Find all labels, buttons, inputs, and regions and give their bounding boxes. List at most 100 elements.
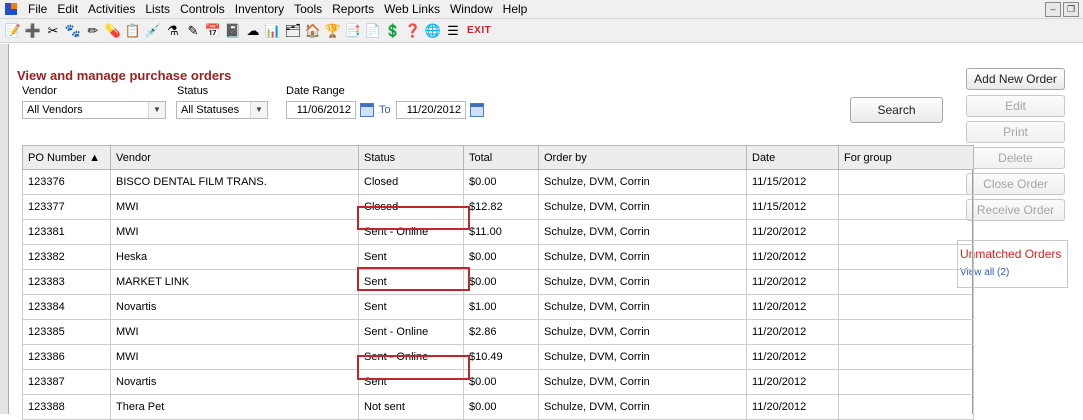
menu-file[interactable]: File [23,2,52,16]
close-order-button[interactable]: Close Order [966,173,1065,195]
table-cell: $12.82 [463,194,539,220]
table-cell: Schulze, DVM, Corrin [538,294,747,320]
vendor-select[interactable]: All Vendors ▼ [22,101,166,119]
toolbar-icon-12[interactable]: 📓 [224,22,242,40]
table-cell: Sent - Online [358,319,464,345]
chevron-down-icon[interactable]: ▼ [148,102,165,118]
column-header[interactable]: Total [463,145,539,170]
date-from-input[interactable]: 11/06/2012 [286,101,356,119]
menu-window[interactable]: Window [445,2,498,16]
table-cell: 123386 [22,344,111,370]
menu-help[interactable]: Help [498,2,533,16]
vendor-select-value: All Vendors [27,104,83,116]
menu-inventory[interactable]: Inventory [230,2,289,16]
table-cell: 123381 [22,219,111,245]
menu-web-links[interactable]: Web Links [379,2,445,16]
toolbar-icon-18[interactable]: 📑 [344,22,362,40]
toolbar-icon-14[interactable]: 📊 [264,22,282,40]
toolbar-icon-9[interactable]: ⚗ [164,22,182,40]
highlight-box [357,267,470,291]
menu-tools[interactable]: Tools [289,2,327,16]
toolbar-icon-5[interactable]: ✏ [84,22,102,40]
table-cell: 11/20/2012 [746,294,839,320]
toolbar-icon-8[interactable]: 💉 [144,22,162,40]
calendar-icon[interactable] [360,103,374,117]
app-logo-icon [5,3,17,15]
toolbar-icon-11[interactable]: 📅 [204,22,222,40]
table-row[interactable]: 123376 BISCO DENTAL FILM TRANS. Closed $0.0… [22,169,974,195]
toolbar-icon-16[interactable]: 🏠 [304,22,322,40]
status-label: Status [177,85,209,97]
toolbar-icon-21[interactable]: ❓ [404,22,422,40]
calendar-icon[interactable] [470,103,484,117]
toolbar-icon-22[interactable]: 🌐 [424,22,442,40]
toolbar: 📝 ➕ ✂ 🐾 ✏ 💊 📋 💉 ⚗ ✎ 📅 📓 ☁ 📊 🗂 🏠 🏆 📑 📄 💲 ❓ 🌐 ☰ EXIT [0,19,1083,43]
search-button[interactable]: Search [850,97,943,123]
restore-icon[interactable]: ❐ [1063,2,1079,17]
table-cell: 11/15/2012 [746,194,839,220]
status-select[interactable]: All Statuses ▼ [176,101,268,119]
column-header[interactable]: PO Number ▲ [22,145,111,170]
toolbar-icon-19[interactable]: 📄 [364,22,382,40]
table-row[interactable]: 123381 MWI Sent - Online $11.00 Schulze, DVM… [22,219,974,245]
table-cell: 123387 [22,369,111,395]
add-new-order-button[interactable]: Add New Order [966,68,1065,90]
menu-lists[interactable]: Lists [140,2,175,16]
table-cell: Schulze, DVM, Corrin [538,169,747,195]
table-row[interactable]: 123385 MWI Sent - Online $2.86 Schulze, DVM,… [22,319,974,345]
menu-edit[interactable]: Edit [52,2,83,16]
toolbar-icon-20[interactable]: 💲 [384,22,402,40]
table-row[interactable]: 123387 Novartis Sent $0.00 Schulze, DVM, Cor… [22,369,974,395]
table-cell: MWI [110,194,359,220]
menu-controls[interactable]: Controls [175,2,230,16]
column-header[interactable]: Vendor [110,145,359,170]
minimize-icon[interactable]: – [1045,2,1061,17]
toolbar-icon-7[interactable]: 📋 [124,22,142,40]
highlight-box [357,206,470,230]
table-cell: Sent [358,294,464,320]
column-header[interactable]: For group [838,145,974,170]
table-cell: Schulze, DVM, Corrin [538,194,747,220]
purchase-orders-table: PO Number ▲ Vendor Status Total Order by Date… [22,145,974,420]
menu-activities[interactable]: Activities [83,2,140,16]
table-row[interactable]: 123384 Novartis Sent $1.00 Schulze, DVM, Cor… [22,294,974,320]
table-row[interactable]: 123388 Thera Pet Not sent $0.00 Schulze, DVM… [22,394,974,420]
menu-bar: File Edit Activities Lists Controls Inventory… [0,0,1083,19]
column-header[interactable]: Order by [538,145,747,170]
vendor-label: Vendor [22,85,57,97]
table-cell: $0.00 [463,244,539,270]
page-title: View and manage purchase orders [17,68,232,83]
toolbar-icon-3[interactable]: ✂ [44,22,62,40]
table-row[interactable]: 123377 MWI Closed $12.82 Schulze, DVM, Corri… [22,194,974,220]
table-cell: Schulze, DVM, Corrin [538,319,747,345]
exit-button[interactable]: EXIT [467,25,491,36]
table-cell [838,194,974,220]
toolbar-icon-17[interactable]: 🏆 [324,22,342,40]
toolbar-icon-15[interactable]: 🗂 [284,22,302,40]
chevron-down-icon[interactable]: ▼ [250,102,267,118]
edit-button[interactable]: Edit [966,95,1065,117]
table-cell [838,169,974,195]
toolbar-icon-23[interactable]: ☰ [444,22,462,40]
column-header[interactable]: Date [746,145,839,170]
table-row[interactable]: 123383 MARKET LINK Sent $0.00 Schulze, DVM, … [22,269,974,295]
toolbar-icon-13[interactable]: ☁ [244,22,262,40]
receive-order-button[interactable]: Receive Order [966,199,1065,221]
print-button[interactable]: Print [966,121,1065,143]
toolbar-icon-4[interactable]: 🐾 [64,22,82,40]
table-cell: Closed [358,169,464,195]
unmatched-orders-title: Unmatched Orders [960,247,1062,261]
toolbar-icon-6[interactable]: 💊 [104,22,122,40]
delete-button[interactable]: Delete [966,147,1065,169]
toolbar-icon-1[interactable]: 📝 [4,22,22,40]
date-to-input[interactable]: 11/20/2012 [396,101,466,119]
table-cell: Schulze, DVM, Corrin [538,269,747,295]
column-header[interactable]: Status [358,145,464,170]
toolbar-icon-2[interactable]: ➕ [24,22,42,40]
table-cell: $10.49 [463,344,539,370]
table-row[interactable]: 123386 MWI Sent - Online $10.49 Schulze, DVM… [22,344,974,370]
table-row[interactable]: 123382 Heska Sent $0.00 Schulze, DVM, Corrin… [22,244,974,270]
toolbar-icon-10[interactable]: ✎ [184,22,202,40]
menu-reports[interactable]: Reports [327,2,379,16]
to-label: To [379,104,391,116]
